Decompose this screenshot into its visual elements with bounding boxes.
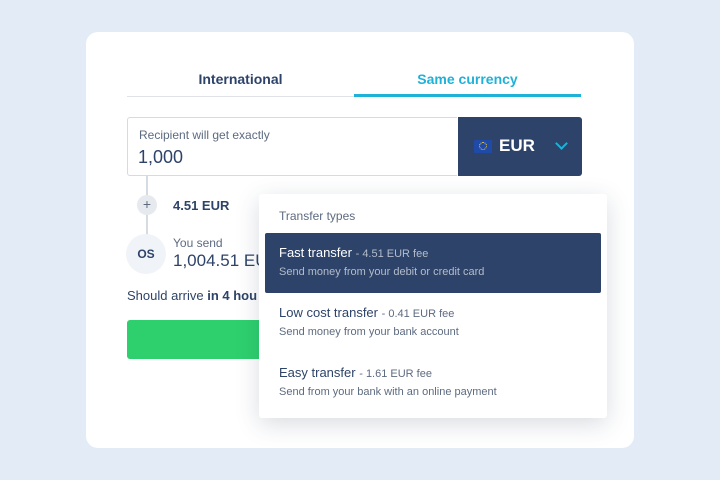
option-easy-transfer[interactable]: Easy transfer - 1.61 EUR fee Send from y… (265, 353, 601, 413)
tab-same-currency[interactable]: Same currency (354, 66, 581, 97)
arrival-prefix: Should arrive (127, 288, 204, 303)
option-fee: - 4.51 EUR fee (355, 248, 429, 260)
currency-code: EUR (499, 136, 535, 155)
currency-select[interactable]: EUR (458, 117, 582, 176)
recipient-amount-label: Recipient will get exactly (139, 128, 270, 142)
avatar: OS (126, 234, 166, 274)
option-description: Send money from your bank account (279, 326, 459, 338)
dropdown-header: Transfer types (279, 209, 356, 223)
option-fast-transfer[interactable]: Fast transfer - 4.51 EUR fee Send money … (265, 233, 601, 293)
option-low-cost-transfer[interactable]: Low cost transfer - 0.41 EUR fee Send mo… (265, 293, 601, 353)
option-fee: - 1.61 EUR fee (359, 368, 432, 380)
arrival-time: in 4 hou (207, 288, 258, 303)
eu-flag-icon (474, 140, 492, 153)
option-description: Send money from your debit or credit car… (279, 266, 485, 278)
option-title: Fast transfer (279, 245, 352, 260)
arrival-estimate: Should arrive in 4 hou (127, 288, 257, 303)
tab-international[interactable]: International (127, 66, 354, 97)
plus-icon: + (137, 195, 157, 215)
option-description: Send from your bank with an online payme… (279, 386, 497, 398)
option-fee: - 0.41 EUR fee (381, 308, 455, 320)
transfer-types-dropdown: Transfer types Fast transfer - 4.51 EUR … (259, 194, 607, 418)
fee-amount: 4.51 EUR (173, 198, 230, 213)
option-title: Easy transfer (279, 365, 356, 380)
recipient-amount-field[interactable]: Recipient will get exactly 1,000 (127, 117, 457, 176)
option-title: Low cost transfer (279, 305, 378, 320)
transfer-tabs: International Same currency (127, 66, 582, 98)
chevron-down-icon (555, 137, 568, 150)
recipient-amount-input[interactable]: 1,000 (138, 147, 183, 168)
you-send-label: You send (173, 236, 223, 250)
